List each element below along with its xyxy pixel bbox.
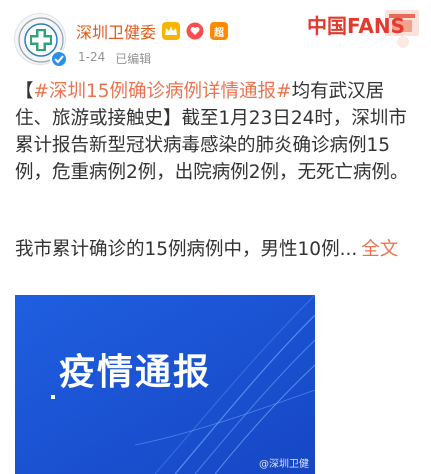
crown-icon [162, 22, 181, 40]
banner-text: 中国FANS [307, 14, 405, 38]
post-header: 深圳卫健委 超 1-24 已编辑 中国FANS [0, 0, 431, 74]
timestamp: 1-24 [78, 50, 106, 64]
post-body: 【#深圳15例确诊病例详情通报#均有武汉居住、旅游或接触史】截至1月23日24时… [15, 78, 420, 186]
expand-link[interactable]: 全文 [361, 239, 398, 260]
bracket-open: 【 [15, 81, 34, 102]
image-title: 疫情通报 [59, 352, 212, 393]
fans-badge: 超 [210, 22, 229, 40]
watermark: @深圳卫健 [259, 459, 309, 470]
heart-icon [186, 22, 204, 40]
post-image[interactable]: 疫情通报 @深圳卫健 [15, 295, 315, 474]
topic-link[interactable]: #深圳15例确诊病例详情通报# [34, 81, 292, 102]
verified-icon [50, 50, 68, 68]
edited-label: 已编辑 [115, 52, 152, 66]
post-preview: 我市累计确诊的15例病例中，男性10例... 全文 [15, 236, 420, 263]
fans-banner[interactable]: 中国FANS [303, 4, 423, 52]
user-name-row: 深圳卫健委 超 [76, 19, 229, 43]
post-meta: 1-24 已编辑 [78, 50, 151, 67]
preview-text: 我市累计确诊的15例病例中，男性10例... [15, 239, 358, 260]
bracket-close: 】 [163, 108, 182, 129]
user-name[interactable]: 深圳卫健委 [76, 19, 156, 43]
